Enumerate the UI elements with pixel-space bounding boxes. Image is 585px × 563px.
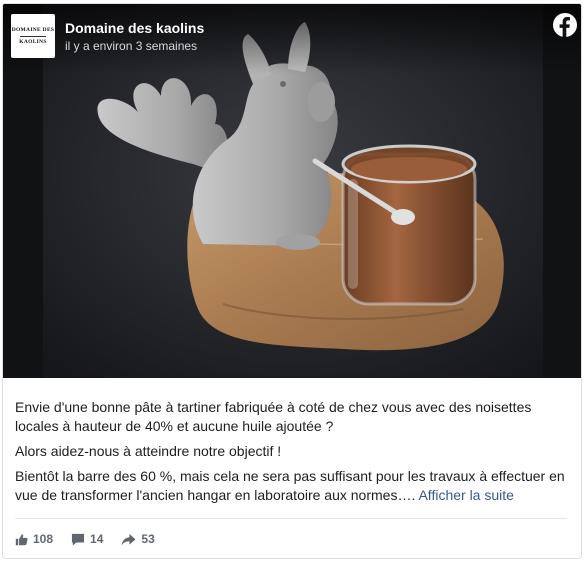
shares-stat[interactable]: 53 <box>121 532 155 546</box>
post-paragraph-2: Alors aidez-nous à atteindre notre objec… <box>15 443 282 459</box>
share-arrow-icon <box>121 533 136 546</box>
engagement-stats: 108 14 53 <box>15 529 173 549</box>
logo-text-line2: KAOLINS <box>19 38 47 45</box>
facebook-icon[interactable] <box>553 13 577 37</box>
see-more-link[interactable]: Afficher la suite <box>418 487 513 503</box>
logo-text-line1: DOMAINE DES <box>11 26 55 33</box>
facebook-post-card: DOMAINE DES KAOLINS Domaine des kaolins … <box>2 3 582 559</box>
comment-bubble-icon <box>71 533 85 546</box>
page-avatar[interactable]: DOMAINE DES KAOLINS <box>11 14 55 58</box>
post-media[interactable]: DOMAINE DES KAOLINS Domaine des kaolins … <box>3 4 581 378</box>
post-paragraph-1: Envie d'une bonne pâte à tartiner fabriq… <box>15 399 532 434</box>
comments-count: 14 <box>90 532 104 546</box>
likes-stat[interactable]: 108 <box>15 532 53 546</box>
header-text: Domaine des kaolins il y a environ 3 sem… <box>65 19 204 54</box>
post-text: Envie d'une bonne pâte à tartiner fabriq… <box>15 398 571 511</box>
post-timestamp[interactable]: il y a environ 3 semaines <box>65 38 204 54</box>
comments-stat[interactable]: 14 <box>71 532 103 546</box>
post-paragraph-3: Bientôt la barre des 60 %, mais cela ne … <box>15 467 571 505</box>
logo-divider <box>20 35 46 37</box>
post-header: DOMAINE DES KAOLINS Domaine des kaolins … <box>11 12 204 60</box>
stats-divider <box>15 518 567 519</box>
likes-count: 108 <box>33 532 54 546</box>
thumbs-up-icon <box>15 533 28 545</box>
page-name-link[interactable]: Domaine des kaolins <box>65 19 204 37</box>
shares-count: 53 <box>141 532 155 546</box>
